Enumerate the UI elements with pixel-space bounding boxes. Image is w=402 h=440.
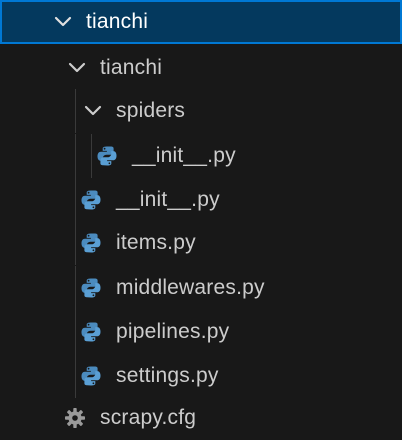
tree-item-label: spiders: [116, 99, 186, 122]
tree-item-label: __init__.py: [116, 188, 220, 211]
indent-guide: [75, 310, 76, 354]
indent-guide: [75, 354, 76, 398]
python-icon: [80, 277, 102, 299]
indent-guide: [91, 134, 92, 178]
indent-guide: [75, 266, 76, 310]
tree-item-label: pipelines.py: [116, 320, 230, 343]
tree-item-tianchi-root[interactable]: tianchi: [0, 0, 402, 44]
chevron-down-icon[interactable]: [66, 57, 88, 79]
tree-item-middlewares-py[interactable]: middlewares.py: [0, 266, 402, 310]
tree-item-init-py[interactable]: __init__.py: [0, 178, 402, 222]
tree-item-label: middlewares.py: [116, 276, 265, 299]
tree-item-label: tianchi: [100, 56, 163, 79]
tree-item-label: settings.py: [116, 364, 219, 387]
indent-guide: [75, 134, 76, 178]
tree-item-items-py[interactable]: items.py: [0, 221, 402, 265]
python-icon: [80, 365, 102, 387]
file-explorer-tree: tianchi tianchi spiders __init__.py __in…: [0, 0, 402, 440]
python-icon: [80, 321, 102, 343]
gear-icon: [64, 407, 86, 429]
indent-guide: [75, 89, 76, 133]
python-icon: [96, 145, 118, 167]
tree-item-label: __init__.py: [132, 144, 236, 167]
chevron-down-icon[interactable]: [52, 11, 74, 33]
python-icon: [80, 189, 102, 211]
tree-item-spiders-folder[interactable]: spiders: [0, 89, 402, 133]
tree-item-spiders-init-py[interactable]: __init__.py: [0, 134, 402, 178]
indent-guide: [75, 178, 76, 222]
tree-item-label: scrapy.cfg: [100, 406, 197, 429]
python-icon: [80, 232, 102, 254]
tree-item-label: items.py: [116, 231, 196, 254]
tree-item-label: tianchi: [86, 10, 149, 33]
indent-guide: [75, 221, 76, 265]
tree-item-settings-py[interactable]: settings.py: [0, 354, 402, 398]
tree-item-tianchi-package[interactable]: tianchi: [0, 46, 402, 90]
chevron-down-icon[interactable]: [82, 100, 104, 122]
tree-item-pipelines-py[interactable]: pipelines.py: [0, 310, 402, 354]
tree-item-scrapy-cfg[interactable]: scrapy.cfg: [0, 396, 402, 440]
